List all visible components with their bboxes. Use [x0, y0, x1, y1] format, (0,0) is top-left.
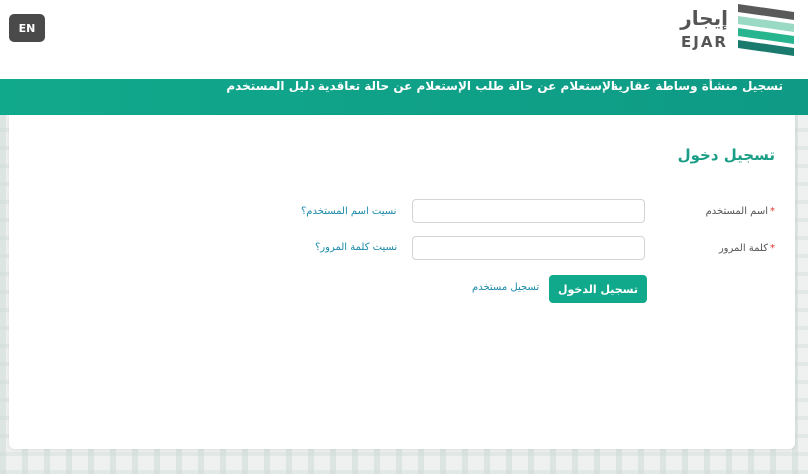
required-mark: * [770, 243, 775, 254]
nav-contract-status[interactable]: الإستعلام عن حالة تعاقدية [318, 79, 471, 115]
username-label-text: اسم المستخدم [705, 206, 768, 217]
logo-arabic-text: إيجار [680, 6, 728, 30]
password-label-text: كلمة المرور [718, 243, 768, 254]
logo-mark-icon [738, 4, 794, 56]
logo-english-text: EJAR [681, 33, 728, 51]
username-input[interactable] [412, 199, 645, 223]
nav-user-guide[interactable]: دليل المستخدم [226, 79, 315, 115]
password-label: *كلمة المرور [719, 243, 775, 254]
login-button[interactable]: تسجيل الدخول [549, 275, 647, 303]
nav-request-status[interactable]: الإستعلام عن حالة طلب [475, 79, 615, 115]
language-toggle-button[interactable]: EN [9, 14, 45, 42]
top-header: EN إيجار EJAR [0, 0, 808, 80]
ejar-logo[interactable]: إيجار EJAR [676, 4, 794, 58]
nav-register-brokerage[interactable]: تسجيل منشأة وساطة عقارية [611, 79, 783, 115]
username-label: *اسم المستخدم [706, 206, 775, 217]
login-card: تسجيل دخول *اسم المستخدم نسيت اسم المستخ… [9, 115, 795, 449]
main-navbar: تسجيل منشأة وساطة عقارية الإستعلام عن حا… [0, 79, 808, 115]
forgot-username-link[interactable]: نسيت اسم المستخدم؟ [301, 206, 396, 217]
password-input[interactable] [412, 236, 645, 260]
forgot-password-link[interactable]: نسيت كلمة المرور؟ [315, 242, 397, 253]
register-user-link[interactable]: تسجيل مستخدم [472, 282, 539, 293]
required-mark: * [770, 206, 775, 217]
login-title: تسجيل دخول [677, 146, 775, 164]
